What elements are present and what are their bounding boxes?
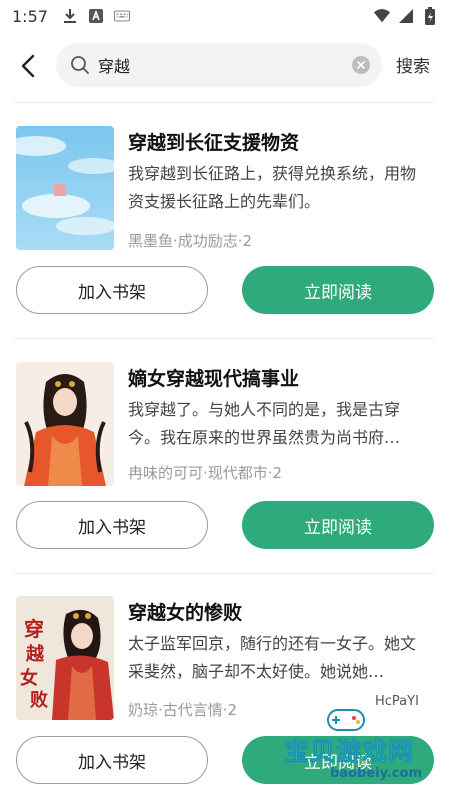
book-meta: 冉味的可可·现代都市·2: [128, 464, 283, 482]
gamepad-icon: [327, 709, 365, 731]
book-meta: 奶琼·古代言情·2: [128, 701, 238, 719]
book-title[interactable]: 嫡女穿越现代搞事业: [128, 364, 299, 391]
book-title[interactable]: 穿越到长征支援物资: [128, 128, 299, 155]
clear-search-button[interactable]: [352, 56, 370, 74]
book-meta: 黑墨鱼·成功励志·2: [128, 232, 253, 250]
svg-text:越: 越: [25, 643, 45, 665]
search-submit-button[interactable]: 搜索: [396, 52, 430, 77]
svg-text:女: 女: [20, 667, 38, 689]
divider: [14, 102, 434, 103]
add-to-shelf-button[interactable]: 加入书架: [16, 266, 208, 314]
watermark-site-name: 宝贝游戏网: [284, 737, 415, 767]
svg-text:穿: 穿: [24, 617, 44, 641]
book-description: 我穿越了。与她人不同的是，我是古穿今。我在原来的世界虽然贵为尚书府…: [128, 400, 401, 447]
search-input[interactable]: [98, 55, 352, 75]
book-cover: [16, 362, 114, 486]
book-title[interactable]: 穿越女的惨败: [128, 598, 242, 625]
back-button[interactable]: [14, 52, 42, 80]
read-now-button[interactable]: 立即阅读: [242, 266, 434, 314]
book-description: 我穿越到长征路上，获得兑换系统，用物资支援长征路上的先辈们。: [128, 164, 417, 211]
search-header: 搜索: [0, 40, 450, 92]
chevron-left-icon: [21, 54, 35, 78]
book-description: 太子监军回京，随行的还有一女子。她文采斐然，脑子却不太好使。她说她…: [128, 634, 417, 681]
watermark-site-url: baobeiy.com: [330, 766, 422, 781]
book-cover: 穿 越 女 败: [16, 596, 114, 720]
app-notification-icon: [88, 8, 104, 24]
book-cover: [16, 126, 114, 250]
site-watermark: 宝贝游戏网 baobeiy.com: [284, 709, 444, 792]
add-to-shelf-button[interactable]: 加入书架: [16, 501, 208, 549]
read-now-button[interactable]: 立即阅读: [242, 501, 434, 549]
battery-charging-icon: [422, 7, 438, 25]
add-to-shelf-button[interactable]: 加入书架: [16, 736, 208, 784]
close-icon: [357, 61, 365, 69]
keyboard-icon: [113, 8, 130, 24]
signal-icon: [398, 8, 414, 24]
search-icon: [70, 55, 90, 75]
wifi-icon: [374, 8, 390, 24]
divider: [14, 338, 434, 339]
download-icon: [62, 8, 78, 24]
status-bar: 1:57: [0, 0, 450, 32]
search-bar[interactable]: [56, 43, 382, 87]
watermark-code: HcPaYI: [375, 694, 419, 709]
status-time: 1:57: [12, 6, 48, 26]
svg-text:败: 败: [30, 689, 48, 711]
divider: [14, 573, 434, 574]
